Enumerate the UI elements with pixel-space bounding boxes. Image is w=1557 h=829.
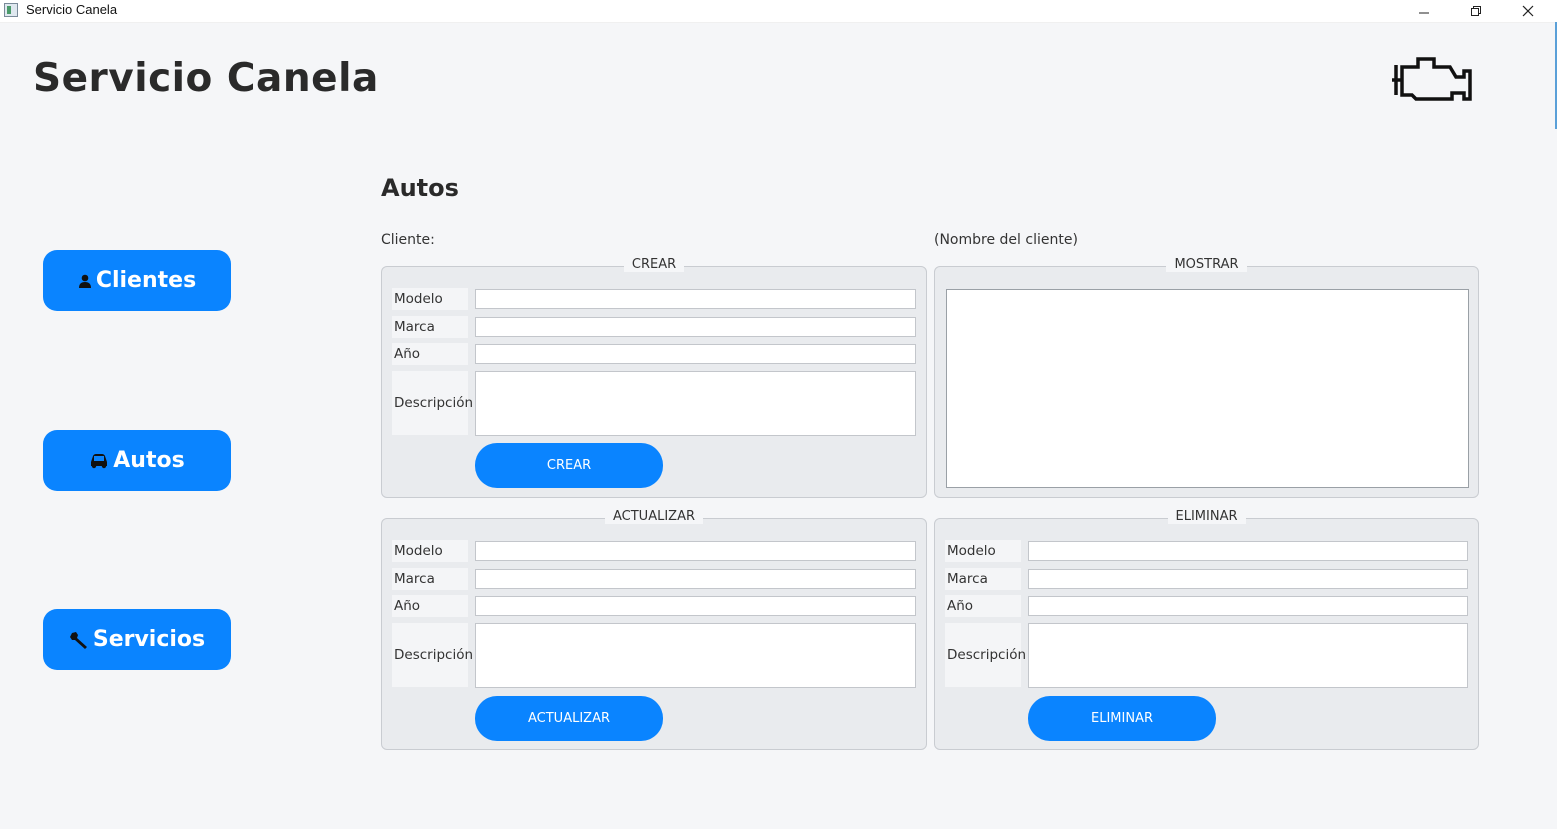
cliente-label: Cliente: [381,232,435,248]
crear-marca-input[interactable] [475,317,916,337]
eliminar-anio-input[interactable] [1028,596,1468,616]
close-button[interactable] [1505,0,1551,22]
actualizar-marca-input[interactable] [475,569,916,589]
actualizar-group-title: ACTUALIZAR [605,509,703,524]
actualizar-button[interactable]: ACTUALIZAR [475,696,663,741]
eliminar-modelo-input[interactable] [1028,541,1468,561]
crear-anio-input[interactable] [475,344,916,364]
marca-label: Marca [392,568,468,590]
close-icon [1522,5,1534,17]
sidebar-item-autos[interactable]: Autos [43,430,231,491]
sidebar-item-label: Autos [113,448,185,473]
sidebar-item-label: Clientes [95,268,197,293]
minimize-icon [1419,12,1429,14]
app-title: Servicio Canela [33,56,379,101]
sidebar-item-clientes[interactable]: Clientes [43,250,231,311]
section-title: Autos [381,174,459,202]
anio-label: Año [945,595,1021,617]
modelo-label: Modelo [392,288,468,310]
mostrar-display[interactable] [946,289,1469,488]
mostrar-group-title: MOSTRAR [1166,257,1247,272]
restore-icon [1471,6,1481,16]
crear-button[interactable]: CREAR [475,443,663,488]
window-titlebar: Servicio Canela [0,0,1557,23]
crear-modelo-input[interactable] [475,289,916,309]
sidebar-item-servicios[interactable]: Servicios [43,609,231,670]
marca-label: Marca [945,568,1021,590]
window-title: Servicio Canela [26,2,118,17]
minimize-button[interactable] [1401,0,1447,22]
cliente-name: (Nombre del cliente) [934,232,1078,248]
crear-descripcion-textarea[interactable] [475,371,916,436]
actualizar-group: ACTUALIZAR Modelo Marca Año Descripción … [381,509,927,750]
marca-label: Marca [392,316,468,338]
anio-label: Año [392,595,468,617]
eliminar-group-title: ELIMINAR [1167,509,1246,524]
car-icon [91,453,108,468]
crear-group: CREAR Modelo Marca Año Descripción CREAR [381,257,927,498]
eliminar-button[interactable]: ELIMINAR [1028,696,1216,741]
eliminar-group: ELIMINAR Modelo Marca Año Descripción EL… [934,509,1479,750]
modelo-label: Modelo [945,540,1021,562]
descripcion-label: Descripción [945,623,1026,687]
actualizar-descripcion-textarea[interactable] [475,623,916,688]
restore-button[interactable] [1453,0,1499,22]
eliminar-descripcion-textarea[interactable] [1028,623,1468,688]
wrench-icon [69,631,87,649]
mostrar-group: MOSTRAR [934,257,1479,498]
crear-group-title: CREAR [623,257,685,272]
actualizar-anio-input[interactable] [475,596,916,616]
person-icon [78,274,91,288]
eliminar-marca-input[interactable] [1028,569,1468,589]
sidebar-item-label: Servicios [92,627,206,652]
descripcion-label: Descripción [392,371,473,435]
descripcion-label: Descripción [392,623,473,687]
actualizar-modelo-input[interactable] [475,541,916,561]
engine-icon [1392,57,1472,101]
app-icon [4,3,18,17]
anio-label: Año [392,343,468,365]
modelo-label: Modelo [392,540,468,562]
